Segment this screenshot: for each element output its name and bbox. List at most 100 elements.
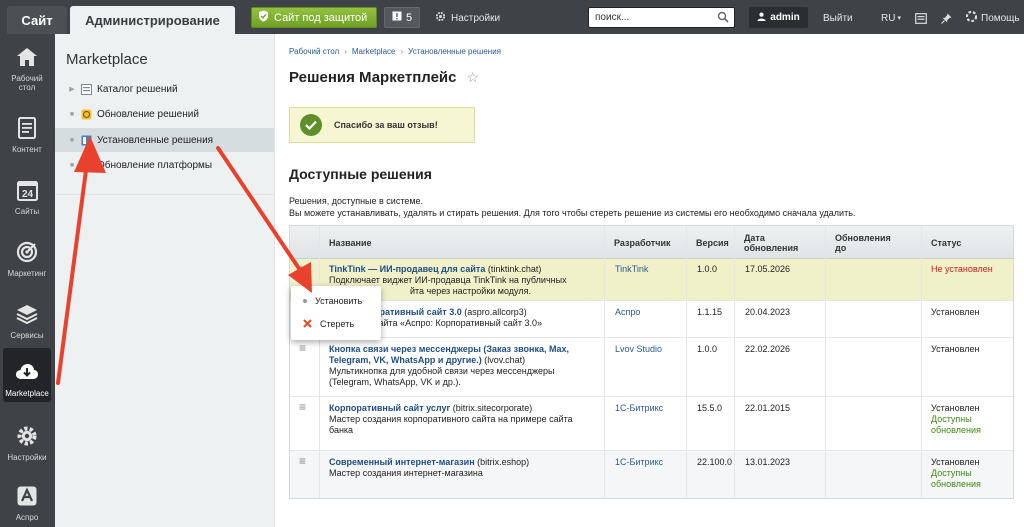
updates-available-link[interactable]: Доступны	[931, 468, 972, 478]
menu-content[interactable]: Контент	[3, 102, 51, 158]
column-header-version[interactable]: Версия	[687, 226, 735, 259]
search-icon[interactable]	[717, 11, 729, 26]
sidebar-item-label: Обновление платформы	[97, 159, 213, 171]
checkmark-icon	[300, 114, 322, 136]
row-menu-icon[interactable]: ≡	[299, 455, 306, 467]
column-header-name[interactable]: Название	[320, 226, 605, 259]
status-value: Установлен	[931, 457, 980, 467]
help-link[interactable]: Помощь	[965, 8, 1020, 28]
date-value: 13.01.2023	[745, 457, 791, 467]
logout-link[interactable]: Выйти	[823, 8, 853, 28]
solution-description: Мастер создания интернет-магазина	[329, 468, 483, 478]
solution-code: (bitrix.sitecorporate)	[452, 403, 533, 413]
svg-text:24: 24	[21, 189, 33, 200]
solution-name[interactable]: оративный сайт 3.0	[374, 307, 462, 317]
sidebar-item-update-solutions[interactable]: ■ Обновление решений	[55, 102, 274, 126]
user-button[interactable]: admin	[749, 7, 808, 28]
menu-item-label: Установить	[315, 296, 363, 306]
table-row[interactable]: ≡ Современный интернет-магазин (bitrix.e…	[290, 451, 1013, 498]
description-line: Решения, доступные в системе.	[289, 196, 424, 206]
left-icon-menu: Рабочий стол Контент 24 Сайты Маркетинг …	[0, 34, 55, 527]
tab-administration[interactable]: Администрирование	[70, 6, 235, 34]
column-header-developer[interactable]: Разработчик	[605, 226, 687, 259]
document-icon	[15, 116, 39, 140]
language-select[interactable]: RU ▾	[881, 8, 901, 28]
section-description: Решения, доступные в системе. Вы можете …	[289, 195, 855, 219]
date-value: 22.01.2015	[745, 403, 791, 413]
solution-description: сайта «Аспро: Корпоративный сайт 3.0»	[374, 318, 542, 328]
marketplace-sidebar: Marketplace ▶ Каталог решений ■ Обновлен…	[55, 34, 275, 527]
table-row[interactable]: ≡ Кнопка связи через мессенджеры (Заказ …	[290, 338, 1013, 397]
search-input[interactable]: поиск...	[588, 7, 735, 28]
sidebar-item-label: Каталог решений	[97, 83, 178, 95]
developer-link[interactable]: 1С-Битрикс	[615, 457, 663, 468]
row-menu-icon[interactable]: ≡	[299, 401, 306, 413]
developer-link[interactable]: TinkTink	[615, 264, 648, 275]
tab-site[interactable]: Сайт	[7, 6, 67, 34]
table-row[interactable]: ≡ оративный сайт 3.0 (aspro.allcorp3) са…	[290, 301, 1013, 338]
menu-item-label: Стереть	[320, 319, 355, 329]
breadcrumb-marketplace[interactable]: Marketplace	[352, 47, 396, 56]
table-row[interactable]: ≡ TinkTink — ИИ-продавец для сайта (tink…	[290, 259, 1013, 301]
sidebar-item-catalog[interactable]: ▶ Каталог решений	[55, 77, 274, 101]
menu-aspro[interactable]: Аспро	[3, 470, 51, 526]
pin-icon[interactable]	[941, 8, 952, 28]
column-header-line: до	[835, 242, 847, 253]
gear-icon	[435, 11, 446, 25]
version-value: 1.1.15	[697, 307, 723, 317]
solution-code: (lvov.chat)	[484, 355, 526, 365]
updates-available-link[interactable]: Доступны	[931, 414, 972, 424]
row-menu-icon[interactable]: ≡	[299, 263, 306, 275]
breadcrumb-separator: ›	[344, 47, 347, 56]
menu-marketplace[interactable]: Marketplace	[3, 348, 51, 402]
solution-cell: Кнопка связи через мессенджеры (Заказ зв…	[329, 344, 605, 388]
updates-available-link[interactable]: обновления	[931, 425, 981, 435]
menu-label: Сайты	[14, 207, 40, 216]
settings-link[interactable]: Настройки	[435, 8, 500, 28]
star-icon[interactable]: ☆	[467, 69, 480, 86]
site-protected-button[interactable]: Сайт под защитой	[251, 7, 377, 28]
delete-icon	[303, 318, 312, 330]
solution-description: банка	[329, 425, 354, 435]
status-value: Не установлен	[931, 264, 993, 274]
menu-label: Настройки	[7, 453, 47, 462]
developer-link[interactable]: Аспро	[615, 307, 640, 318]
help-label: Помощь	[981, 12, 1020, 24]
status-value: Установлен	[931, 307, 980, 317]
update-icon	[81, 109, 92, 120]
solution-name[interactable]: Корпоративный сайт услуг	[329, 403, 450, 413]
expand-arrow-icon[interactable]: ▶	[68, 85, 76, 93]
sidebar-item-installed-solutions[interactable]: ■ Установленные решения	[55, 128, 274, 152]
column-header-status[interactable]: Статус	[922, 226, 1012, 259]
sidebar-item-update-platform[interactable]: ■ Обновление платформы	[55, 153, 274, 177]
solution-name[interactable]: Кнопка связи через мессенджеры (Заказ зв…	[329, 344, 569, 354]
menu-item-install[interactable]: Установить	[291, 290, 381, 312]
sidebar-divider	[55, 194, 274, 195]
menu-settings[interactable]: Настройки	[3, 410, 51, 466]
column-header-updates-until[interactable]: Обновления до	[826, 226, 922, 259]
menu-services[interactable]: Сервисы	[3, 288, 51, 344]
solution-name[interactable]: Современный интернет-магазин	[329, 457, 475, 467]
menu-desktop[interactable]: Рабочий стол	[3, 40, 51, 96]
developer-link[interactable]: Lvov Studio	[615, 344, 662, 355]
solution-name[interactable]: Telegram, VK, WhatsApp и другие.)	[329, 355, 482, 365]
breadcrumb-desktop[interactable]: Рабочий стол	[289, 47, 339, 56]
notifications-button[interactable]: 5	[384, 7, 420, 28]
updates-available-link[interactable]: обновления	[931, 479, 981, 489]
row-menu-icon[interactable]: ≡	[299, 342, 306, 354]
help-icon	[965, 10, 978, 25]
success-notice: Спасибо за ваш отзыв!	[289, 107, 475, 143]
table-row[interactable]: ≡ Корпоративный сайт услуг (bitrix.sitec…	[290, 397, 1013, 451]
description-line: Вы можете устанавливать, удалять и стира…	[289, 208, 856, 218]
menu-label: Сервисы	[10, 331, 44, 340]
menu-item-erase[interactable]: Стереть	[291, 313, 381, 335]
breadcrumb-installed[interactable]: Установленные решения	[408, 47, 501, 56]
menu-marketing[interactable]: Маркетинг	[3, 226, 51, 282]
column-header-date[interactable]: Дата обновления	[735, 226, 825, 259]
user-name: admin	[770, 12, 800, 23]
panel-toggle-icon[interactable]	[915, 8, 927, 28]
menu-sites[interactable]: 24 Сайты	[3, 164, 51, 220]
solution-name[interactable]: TinkTink — ИИ-продавец для сайта	[329, 264, 485, 274]
developer-link[interactable]: 1С-Битрикс	[615, 403, 663, 414]
sidebar-title: Marketplace	[66, 51, 148, 68]
